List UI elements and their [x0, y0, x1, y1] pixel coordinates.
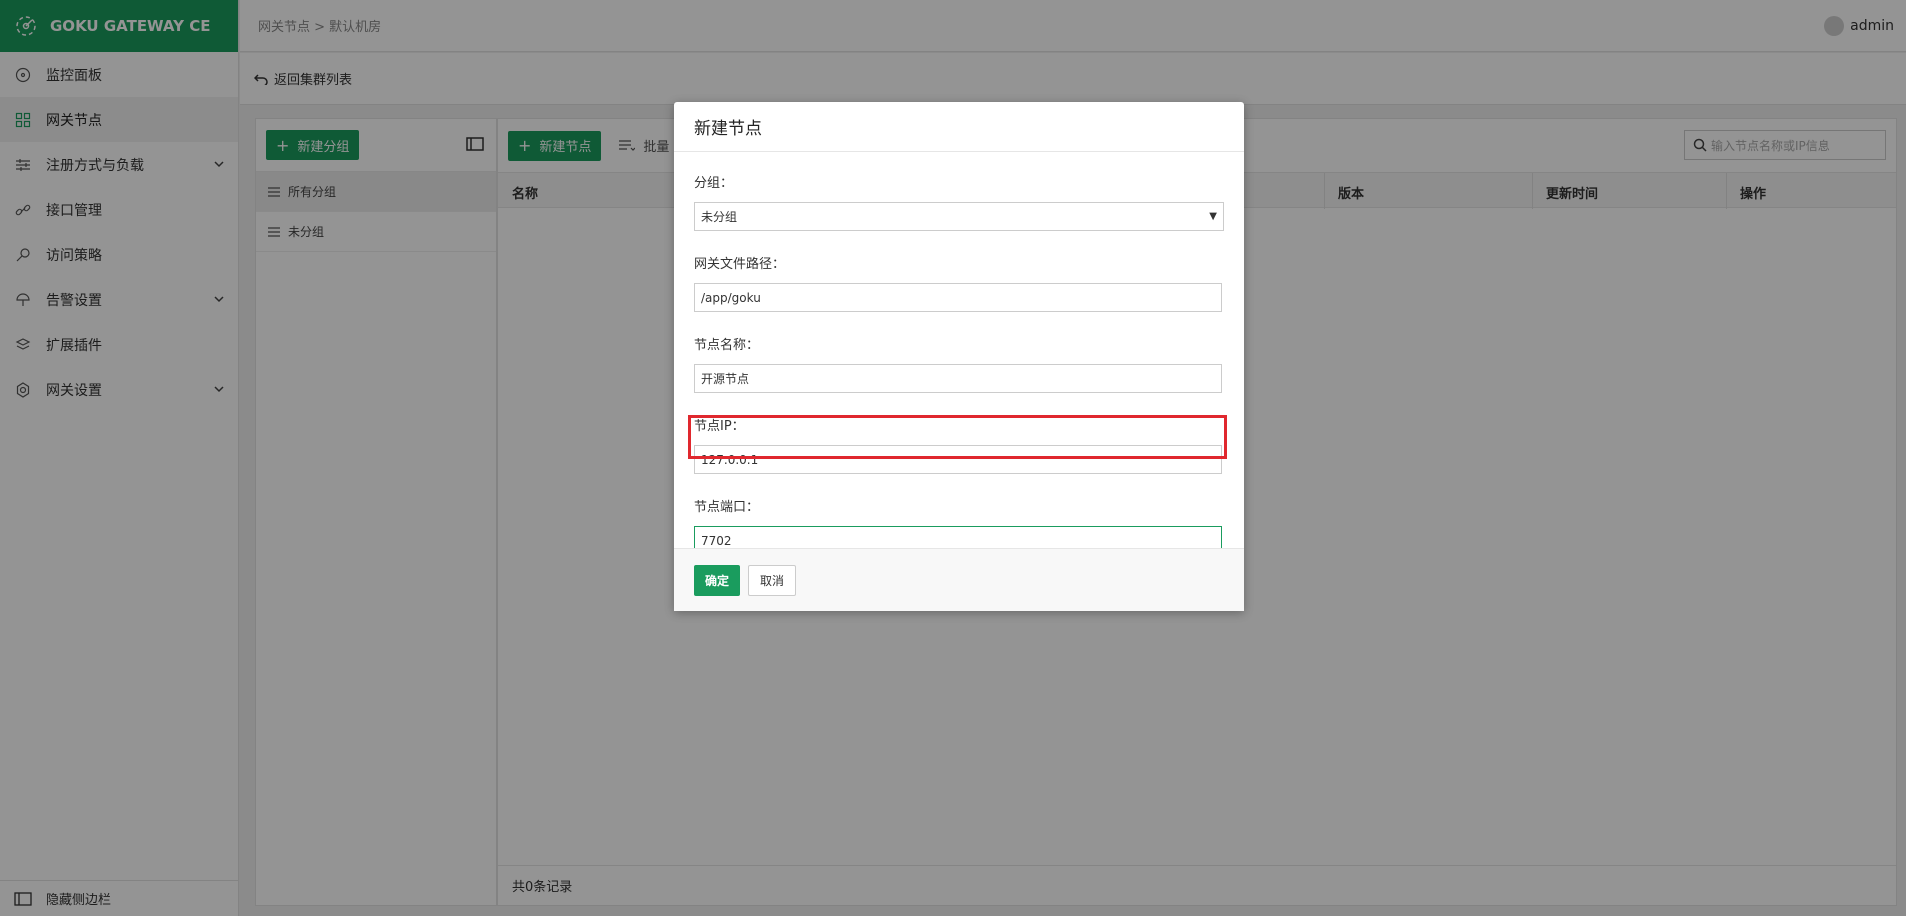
confirm-button[interactable]: 确定: [694, 564, 740, 596]
dialog-footer: 确定 取消: [674, 548, 1244, 611]
ip-field-highlight-box: [688, 415, 1227, 459]
cancel-button[interactable]: 取消: [748, 564, 796, 596]
gateway-path-input[interactable]: /app/goku: [694, 283, 1222, 312]
dialog-body: 分组： 未分组 ▼ 网关文件路径： /app/goku 节点名称： 开源节点 节…: [674, 152, 1244, 571]
group-select-value: 未分组: [701, 210, 738, 224]
node-name-value: 开源节点: [701, 372, 750, 386]
dialog-title: 新建节点: [674, 102, 1244, 152]
node-name-label: 节点名称：: [694, 338, 760, 353]
node-name-input[interactable]: 开源节点: [694, 364, 1222, 393]
group-field: 分组： 未分组 ▼: [694, 172, 1224, 247]
node-port-label: 节点端口：: [694, 500, 760, 515]
group-select[interactable]: 未分组 ▼: [694, 202, 1224, 231]
node-name-field: 节点名称： 开源节点: [694, 334, 1224, 409]
path-field-label: 网关文件路径：: [694, 257, 786, 272]
new-node-dialog: 新建节点 分组： 未分组 ▼ 网关文件路径： /app/goku 节点名称： 开…: [674, 102, 1244, 611]
node-port-value: 7702: [701, 533, 732, 548]
dropdown-caret-icon: ▼: [1209, 211, 1217, 222]
gateway-path-value: /app/goku: [701, 290, 761, 305]
path-field: 网关文件路径： /app/goku: [694, 253, 1224, 328]
group-field-label: 分组：: [694, 176, 734, 191]
